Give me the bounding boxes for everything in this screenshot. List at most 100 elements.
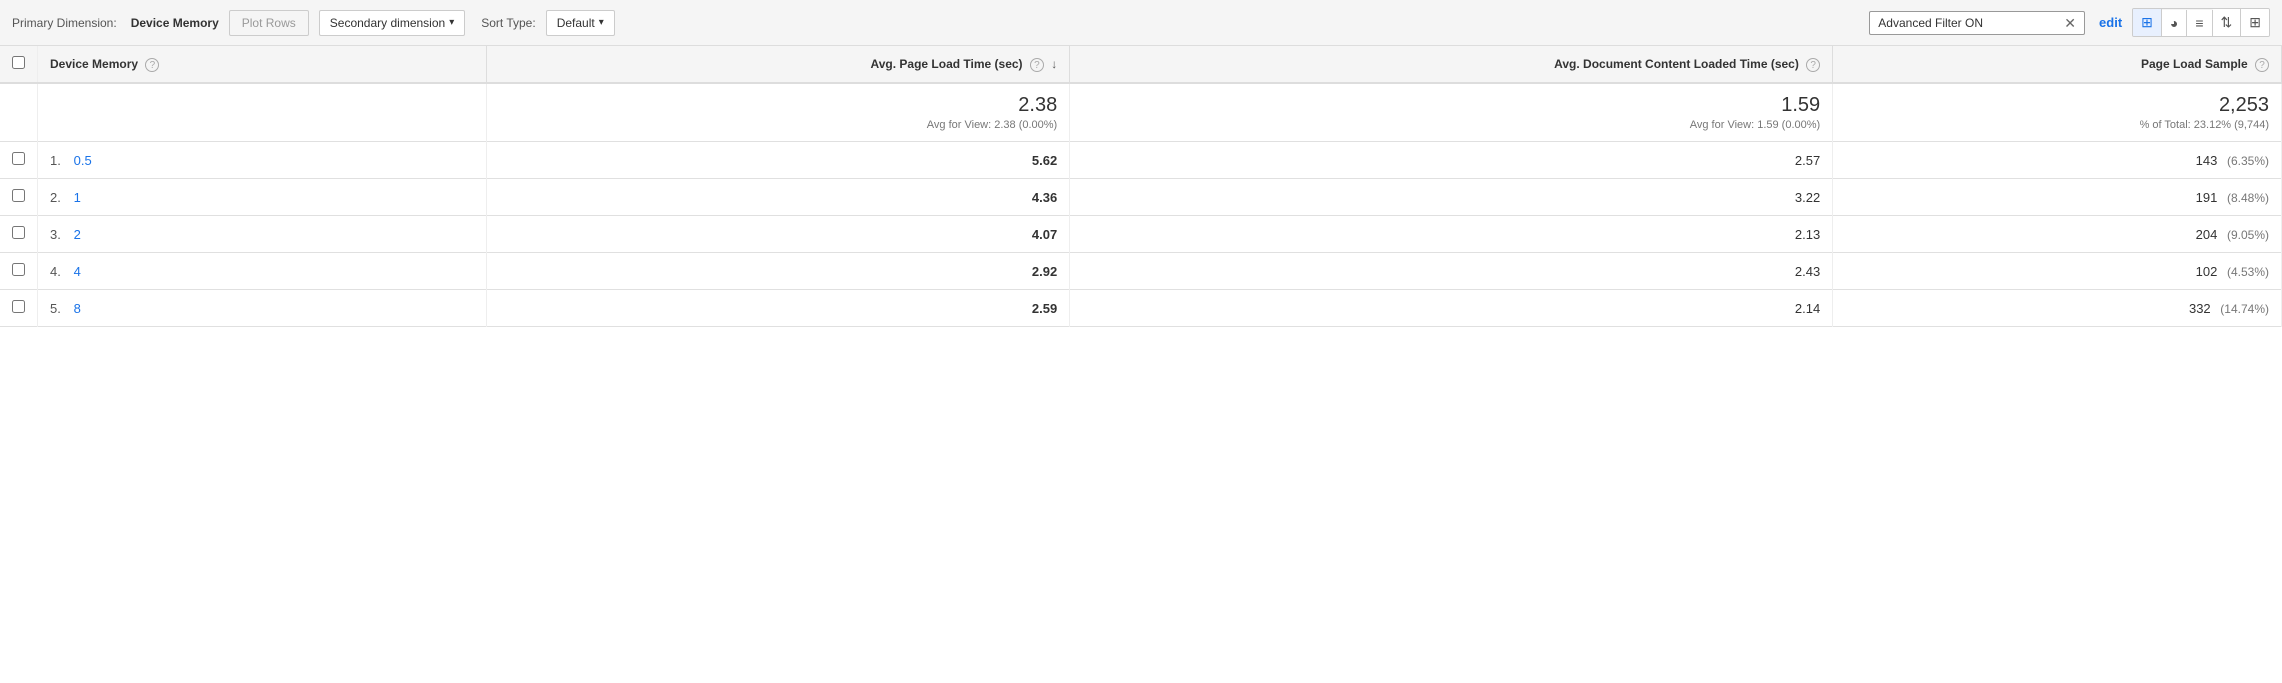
col-dim-help-icon[interactable]: ?	[145, 58, 159, 72]
col-header-sample: Page Load Sample ?	[1833, 46, 2282, 83]
col-header-dimension: Device Memory ?	[38, 46, 487, 83]
list-icon: ≡	[2195, 15, 2203, 31]
row-sample-pct: (8.48%)	[2227, 191, 2269, 205]
row-dim-link[interactable]: 1	[74, 190, 81, 205]
row-sample-value: 191	[2196, 190, 2218, 205]
row-sample-value: 143	[2196, 153, 2218, 168]
row-dim-link[interactable]: 0.5	[74, 153, 92, 168]
row-avg-doc-value: 2.13	[1795, 227, 1820, 242]
col-avg-load-label: Avg. Page Load Time (sec)	[871, 57, 1023, 71]
table-row: 4. 4 2.92 2.43 102 (4.53%)	[0, 253, 2282, 290]
row-number: 3.	[50, 227, 70, 242]
pie-icon: ◕	[2170, 15, 2178, 31]
row-dim-link[interactable]: 2	[74, 227, 81, 242]
row-checkbox-col	[0, 290, 38, 327]
col-header-avg-doc: Avg. Document Content Loaded Time (sec) …	[1070, 46, 1833, 83]
row-dim-link[interactable]: 4	[74, 264, 81, 279]
compare-view-button[interactable]: ⇅	[2213, 9, 2242, 36]
edit-link[interactable]: edit	[2099, 15, 2122, 30]
row-dim-link[interactable]: 8	[74, 301, 81, 316]
compare-icon: ⇅	[2221, 14, 2233, 31]
row-avg-load-value: 4.36	[1032, 190, 1057, 205]
advanced-filter-input[interactable]	[1878, 16, 2058, 30]
view-icons-group: ⊞ ◕ ≡ ⇅ ⊞	[2132, 8, 2270, 37]
row-sample-value: 332	[2189, 301, 2211, 316]
summary-avg-load-value: 2.38	[499, 94, 1057, 117]
row-avg-load-col: 4.36	[486, 179, 1069, 216]
row-avg-load-col: 2.92	[486, 253, 1069, 290]
row-avg-doc-value: 2.43	[1795, 264, 1820, 279]
sort-arrow-icon: ↓	[1051, 57, 1057, 71]
row-checkbox-col	[0, 179, 38, 216]
row-checkbox-col	[0, 142, 38, 179]
sort-type-button[interactable]: Default ▾	[546, 10, 615, 36]
chevron-down-icon: ▾	[449, 17, 454, 28]
row-sample-pct: (14.74%)	[2220, 302, 2269, 316]
row-checkbox-4[interactable]	[12, 300, 25, 313]
row-checkbox-1[interactable]	[12, 189, 25, 202]
list-view-button[interactable]: ≡	[2187, 10, 2212, 36]
table-row: 5. 8 2.59 2.14 332 (14.74%)	[0, 290, 2282, 327]
summary-sample-value: 2,253	[1845, 94, 2269, 117]
row-checkbox-col	[0, 253, 38, 290]
row-avg-load-value: 2.59	[1032, 301, 1057, 316]
row-avg-doc-col: 2.14	[1070, 290, 1833, 327]
row-avg-load-value: 4.07	[1032, 227, 1057, 242]
col-dim-label: Device Memory	[50, 57, 138, 71]
select-all-checkbox[interactable]	[12, 56, 25, 69]
sort-type-label: Sort Type:	[481, 16, 535, 30]
row-dim-col: 1. 0.5	[38, 142, 487, 179]
summary-sample-sub: % of Total: 23.12% (9,744)	[1845, 119, 2269, 131]
row-avg-load-col: 2.59	[486, 290, 1069, 327]
filter-input-wrapper: ✕	[1869, 11, 2085, 35]
plot-rows-button[interactable]: Plot Rows	[229, 10, 309, 36]
summary-avg-load-col: 2.38 Avg for View: 2.38 (0.00%)	[486, 83, 1069, 142]
row-checkbox-0[interactable]	[12, 152, 25, 165]
row-avg-doc-value: 2.57	[1795, 153, 1820, 168]
select-all-col	[0, 46, 38, 83]
row-sample-value: 204	[2196, 227, 2218, 242]
primary-dim-label: Primary Dimension:	[12, 16, 117, 30]
sort-type-value: Default	[557, 16, 595, 30]
summary-sample-col: 2,253 % of Total: 23.12% (9,744)	[1833, 83, 2282, 142]
secondary-dimension-button[interactable]: Secondary dimension ▾	[319, 10, 465, 36]
pivot-view-button[interactable]: ⊞	[2241, 9, 2269, 36]
row-sample-col: 332 (14.74%)	[1833, 290, 2282, 327]
row-dim-col: 2. 1	[38, 179, 487, 216]
grid-view-button[interactable]: ⊞	[2133, 9, 2162, 36]
pivot-icon: ⊞	[2249, 14, 2261, 31]
row-avg-load-col: 4.07	[486, 216, 1069, 253]
col-avg-load-help-icon[interactable]: ?	[1030, 58, 1044, 72]
pie-view-button[interactable]: ◕	[2162, 10, 2187, 36]
table-row: 1. 0.5 5.62 2.57 143 (6.35%)	[0, 142, 2282, 179]
col-avg-doc-help-icon[interactable]: ?	[1806, 58, 1820, 72]
row-number: 4.	[50, 264, 70, 279]
data-table: Device Memory ? Avg. Page Load Time (sec…	[0, 46, 2282, 327]
row-avg-doc-col: 2.43	[1070, 253, 1833, 290]
row-checkbox-3[interactable]	[12, 263, 25, 276]
summary-avg-doc-value: 1.59	[1082, 94, 1820, 117]
summary-avg-doc-col: 1.59 Avg for View: 1.59 (0.00%)	[1070, 83, 1833, 142]
row-sample-pct: (9.05%)	[2227, 228, 2269, 242]
table-row: 2. 1 4.36 3.22 191 (8.48%)	[0, 179, 2282, 216]
secondary-dim-label: Secondary dimension	[330, 16, 445, 30]
row-avg-doc-value: 3.22	[1795, 190, 1820, 205]
summary-avg-doc-sub: Avg for View: 1.59 (0.00%)	[1082, 119, 1820, 131]
summary-avg-load-sub: Avg for View: 2.38 (0.00%)	[499, 119, 1057, 131]
row-number: 1.	[50, 153, 70, 168]
row-number: 5.	[50, 301, 70, 316]
chevron-down-icon-2: ▾	[599, 17, 604, 28]
row-checkbox-col	[0, 216, 38, 253]
row-dim-col: 4. 4	[38, 253, 487, 290]
row-avg-doc-col: 3.22	[1070, 179, 1833, 216]
row-avg-doc-col: 2.13	[1070, 216, 1833, 253]
col-avg-doc-label: Avg. Document Content Loaded Time (sec)	[1554, 57, 1799, 71]
filter-clear-button[interactable]: ✕	[2064, 16, 2076, 30]
table-row: 3. 2 4.07 2.13 204 (9.05%)	[0, 216, 2282, 253]
col-sample-label: Page Load Sample	[2141, 57, 2248, 71]
row-avg-load-value: 2.92	[1032, 264, 1057, 279]
row-checkbox-2[interactable]	[12, 226, 25, 239]
col-sample-help-icon[interactable]: ?	[2255, 58, 2269, 72]
primary-dim-value: Device Memory	[131, 16, 219, 30]
summary-dim-col	[38, 83, 487, 142]
